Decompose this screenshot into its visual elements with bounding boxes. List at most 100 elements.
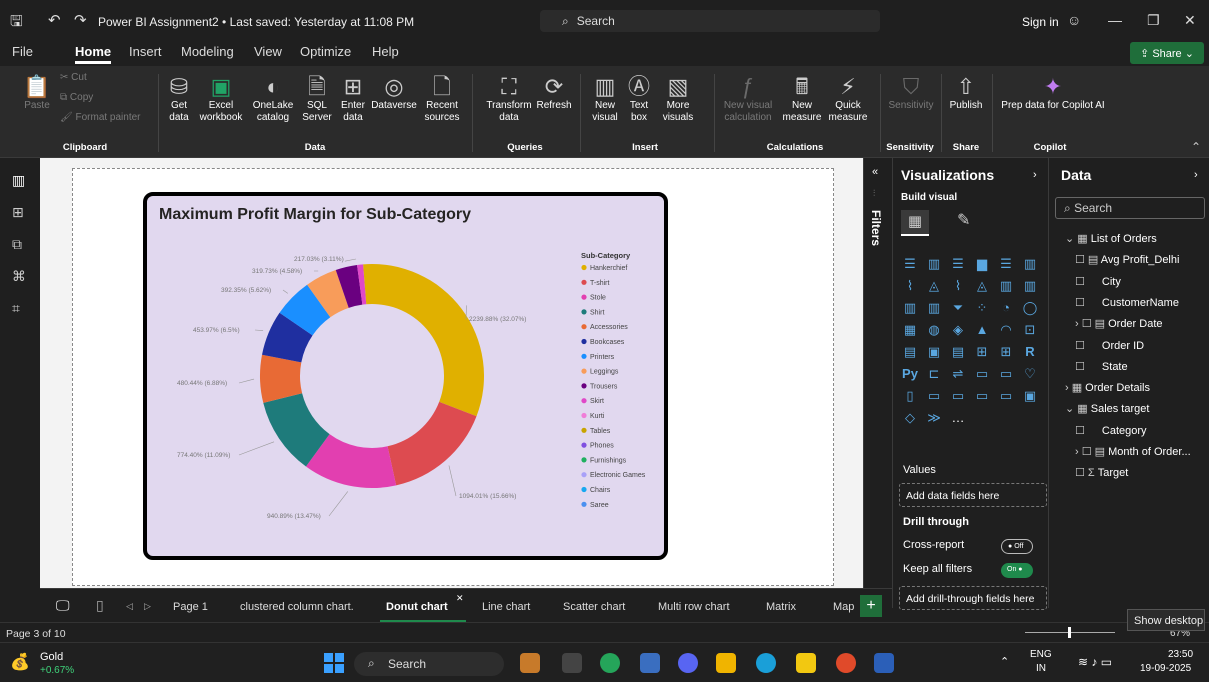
legend-item[interactable]: Kurti — [590, 413, 605, 420]
transform-data-button[interactable]: ⛶ Transform data — [480, 74, 538, 124]
visual-type-icon[interactable]: ≫ — [925, 410, 943, 426]
language-label[interactable]: ENG — [1030, 649, 1052, 660]
data-field-item[interactable]: ☐ Category — [1075, 424, 1147, 437]
visual-type-icon[interactable]: ◈ — [949, 322, 967, 338]
legend-item[interactable]: Leggings — [590, 369, 619, 376]
format-visual-tab-icon[interactable]: ✎ — [957, 210, 970, 230]
visual-type-icon[interactable]: ◠ — [997, 322, 1015, 338]
tab-scatter-chart[interactable]: Scatter chart — [563, 601, 625, 613]
data-field-item[interactable]: › ☐ ▤ Month of Order... — [1075, 445, 1191, 458]
data-field-item[interactable]: ☐ ▤ Avg Profit_Delhi — [1075, 253, 1179, 266]
visual-type-icon[interactable]: ▲ — [973, 322, 991, 338]
sql-server-button[interactable]: 🗎 SQL Server — [300, 74, 334, 124]
close-tab-icon[interactable]: ✕ — [456, 593, 464, 604]
data-field-item[interactable]: ☐ City — [1075, 275, 1121, 288]
tab-page-1[interactable]: Page 1 — [173, 601, 208, 613]
chrome-icon[interactable] — [836, 653, 856, 673]
visual-type-icon[interactable]: ▣ — [1021, 388, 1039, 404]
tmdl-view-icon[interactable]: ⌗ — [12, 300, 20, 317]
legend-item[interactable]: T-shirt — [590, 280, 610, 287]
visual-type-icon[interactable]: ▭ — [997, 366, 1015, 382]
visual-type-icon[interactable]: ☰ — [997, 256, 1015, 272]
report-view-icon[interactable]: ▥ — [12, 172, 25, 189]
prev-page-icon[interactable]: ◁ — [126, 601, 133, 612]
legend-item[interactable]: Furnishings — [590, 457, 627, 464]
windows-start-icon[interactable] — [324, 653, 344, 673]
expand-icon[interactable]: › — [1033, 169, 1037, 181]
legend-item[interactable]: Phones — [590, 443, 614, 450]
enter-data-button[interactable]: ⊞ Enter data — [338, 74, 368, 124]
calculator-app-icon[interactable] — [640, 653, 660, 673]
quick-measure-button[interactable]: ⚡ Quick measure — [826, 74, 870, 124]
visual-type-icon[interactable]: ▥ — [997, 278, 1015, 294]
more-visuals-button[interactable]: ▧ More visuals — [656, 74, 700, 124]
keep-filters-toggle[interactable]: On ● — [1001, 563, 1033, 578]
dax-query-icon[interactable]: ⌘ — [12, 268, 26, 285]
publish-button[interactable]: ⇧ Publish — [946, 74, 986, 112]
prep-data-copilot-button[interactable]: ✦ Prep data for Copilot AI — [998, 74, 1108, 112]
visual-type-icon[interactable]: … — [949, 410, 967, 426]
account-icon[interactable]: ☺ — [1067, 12, 1081, 28]
close-icon[interactable]: ✕ — [1184, 12, 1196, 29]
visual-type-icon[interactable]: ▥ — [925, 300, 943, 316]
tab-map[interactable]: Map — [833, 601, 854, 613]
get-data-button[interactable]: ⛁ Get data — [162, 74, 196, 124]
desktop-layout-icon[interactable]: 🖵 — [56, 597, 70, 614]
cross-report-toggle[interactable]: ● Off — [1001, 539, 1033, 554]
edge-icon[interactable] — [756, 653, 776, 673]
visual-type-icon[interactable]: ☰ — [901, 256, 919, 272]
data-field-item[interactable]: › ▦ Order Details — [1065, 381, 1150, 394]
excel-workbook-button[interactable]: ▣ Excel workbook — [199, 74, 243, 124]
text-box-button[interactable]: Ⓐ Text box — [626, 74, 652, 124]
wifi-volume-battery-icon[interactable]: ≋ ♪ ▭ — [1078, 655, 1112, 669]
visual-type-icon[interactable]: ⏷ — [949, 300, 967, 316]
menu-help[interactable]: Help — [372, 44, 399, 59]
data-field-item[interactable]: ☐ CustomerName — [1075, 296, 1179, 309]
cut-button[interactable]: ✂ Cut — [60, 72, 150, 84]
visual-type-icon[interactable]: ◬ — [925, 278, 943, 294]
visual-type-icon[interactable]: ♡ — [1021, 366, 1039, 382]
document-title[interactable]: Power BI Assignment2 • Last saved: Yeste… — [98, 15, 414, 29]
task-view-icon[interactable] — [562, 653, 582, 673]
whatsapp-icon[interactable] — [600, 653, 620, 673]
legend-item[interactable]: Accessories — [590, 324, 628, 331]
legend-item[interactable]: Electronic Games — [590, 472, 646, 479]
legend-item[interactable]: Chairs — [590, 487, 611, 494]
visual-type-icon[interactable]: ▤ — [949, 344, 967, 360]
visual-type-icon[interactable]: ⌇ — [949, 278, 967, 294]
gold-ticker-icon[interactable]: 💰 — [10, 652, 30, 672]
minimize-icon[interactable]: — — [1108, 12, 1122, 28]
model-view-icon[interactable]: ⧉ — [12, 236, 22, 253]
mobile-layout-icon[interactable]: ▯ — [96, 597, 104, 614]
tab-clustered-column[interactable]: clustered column chart. — [240, 601, 354, 613]
data-field-item[interactable]: ⌄ ▦ List of Orders — [1065, 232, 1157, 245]
visual-type-icon[interactable]: ◍ — [925, 322, 943, 338]
visual-type-icon[interactable]: ◬ — [973, 278, 991, 294]
dataverse-button[interactable]: ◎ Dataverse — [370, 74, 418, 112]
visual-type-icon[interactable]: ▭ — [949, 388, 967, 404]
copy-button[interactable]: ⧉ Copy — [60, 92, 150, 104]
onelake-catalog-button[interactable]: ◐ OneLake catalog — [246, 74, 300, 124]
tab-donut-chart[interactable]: Donut chart — [386, 601, 448, 613]
legend-item[interactable]: Tables — [590, 428, 611, 435]
add-page-button[interactable]: + — [860, 595, 882, 617]
data-field-item[interactable]: ☐ Σ Target — [1075, 466, 1128, 479]
legend-item[interactable]: Bookcases — [590, 339, 625, 346]
new-measure-button[interactable]: 🖩 New measure — [782, 74, 822, 124]
visual-type-icon[interactable]: ☰ — [949, 256, 967, 272]
values-dropzone[interactable]: Add data fields here — [899, 483, 1047, 507]
menu-optimize[interactable]: Optimize — [300, 44, 351, 59]
visual-type-icon[interactable]: ⊞ — [997, 344, 1015, 360]
menu-insert[interactable]: Insert — [129, 44, 162, 59]
visual-type-icon[interactable]: ▭ — [973, 388, 991, 404]
drill-through-dropzone[interactable]: Add drill-through fields here — [899, 586, 1047, 610]
data-field-item[interactable]: ⌄ ▦ Sales target — [1065, 402, 1149, 415]
next-page-icon[interactable]: ▷ — [144, 601, 151, 612]
power-bi-icon[interactable] — [796, 653, 816, 673]
data-search-input[interactable]: ⌕ Search — [1055, 197, 1205, 219]
collapse-ribbon-icon[interactable]: ⌃ — [1191, 140, 1201, 154]
visual-type-icon[interactable]: ▭ — [925, 388, 943, 404]
undo-icon[interactable]: ↶ — [48, 11, 61, 29]
word-icon[interactable] — [874, 653, 894, 673]
donut-slice-t-shirt[interactable] — [387, 401, 477, 486]
